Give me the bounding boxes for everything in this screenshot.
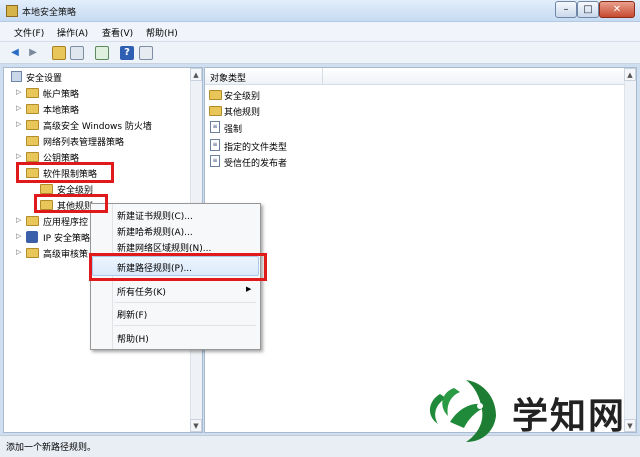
back-arrow-icon[interactable]: ◀ xyxy=(8,46,22,60)
menu-view[interactable]: 查看(V) xyxy=(102,26,133,39)
menu-action[interactable]: 操作(A) xyxy=(57,26,88,39)
column-divider[interactable] xyxy=(322,68,323,85)
list-item[interactable]: 强制 xyxy=(224,122,242,135)
tree-item-local-policy[interactable]: 本地策略 xyxy=(43,103,79,116)
list-item[interactable]: 受信任的发布者 xyxy=(224,156,287,169)
forward-arrow-icon[interactable]: ▶ xyxy=(26,46,40,60)
menu-item-help[interactable]: 帮助(H) xyxy=(117,332,149,345)
watermark-logo-icon xyxy=(429,380,496,442)
export-list-icon[interactable] xyxy=(95,46,109,60)
list-item[interactable]: 安全级别 xyxy=(224,89,260,102)
window-title: 本地安全策略 xyxy=(22,8,77,18)
menu-item-all-tasks[interactable]: 所有任务(K) xyxy=(117,285,166,298)
scroll-up-icon[interactable]: ▲ xyxy=(190,68,202,81)
folder-icon xyxy=(26,136,39,146)
title-bar xyxy=(0,0,640,22)
expand-icon[interactable]: ▷ xyxy=(16,216,21,224)
tree-item-advanced-audit[interactable]: 高级审核策 xyxy=(43,247,88,260)
menu-bar xyxy=(0,22,640,42)
expand-icon[interactable]: ▷ xyxy=(16,232,21,240)
highlight-box-new-path-rule xyxy=(89,253,267,281)
scroll-down-icon[interactable]: ▼ xyxy=(190,419,202,432)
app-icon xyxy=(6,5,18,17)
details-scrollbar[interactable] xyxy=(624,68,636,432)
tree-root[interactable]: 安全设置 xyxy=(26,71,62,84)
tree-item-ip-security[interactable]: IP 安全策略 xyxy=(43,231,90,244)
list-item[interactable]: 指定的文件类型 xyxy=(224,140,287,153)
minimize-button[interactable]: – xyxy=(555,1,577,18)
list-item[interactable]: 其他规则 xyxy=(224,105,260,118)
folder-icon xyxy=(26,104,39,114)
folder-icon xyxy=(209,106,222,116)
close-button[interactable]: ✕ xyxy=(599,1,635,18)
column-header[interactable] xyxy=(205,68,636,85)
folder-icon xyxy=(26,88,39,98)
menu-item-refresh[interactable]: 刷新(F) xyxy=(117,308,147,321)
tree-item-network-list[interactable]: 网络列表管理器策略 xyxy=(43,135,124,148)
tree-item-app-control[interactable]: 应用程序控 xyxy=(43,215,88,228)
menu-item-new-certificate-rule[interactable]: 新建证书规则(C)... xyxy=(117,209,193,222)
menu-separator xyxy=(114,302,256,303)
folder-icon xyxy=(26,248,39,258)
menu-help[interactable]: 帮助(H) xyxy=(146,26,178,39)
tree-item-firewall[interactable]: 高级安全 Windows 防火墙 xyxy=(43,119,152,132)
watermark-text: 学知网 xyxy=(512,396,627,437)
security-settings-icon xyxy=(11,71,22,82)
highlight-box-software-restriction xyxy=(16,162,114,183)
menu-separator xyxy=(114,325,256,326)
column-header-label[interactable]: 对象类型 xyxy=(210,71,246,84)
tree-item-account-policy[interactable]: 帐户策略 xyxy=(43,87,79,100)
show-tree-icon[interactable] xyxy=(70,46,84,60)
expand-icon[interactable]: ▷ xyxy=(16,120,21,128)
scroll-up-icon[interactable]: ▲ xyxy=(624,68,636,81)
folder-icon xyxy=(209,90,222,100)
ip-security-icon xyxy=(26,231,38,243)
expand-icon[interactable]: ▷ xyxy=(16,152,21,160)
folder-icon xyxy=(40,184,53,194)
folder-icon xyxy=(26,152,39,162)
highlight-box-additional-rules xyxy=(34,194,108,213)
policy-doc-icon: ≡ xyxy=(210,155,220,167)
properties-pane-icon[interactable] xyxy=(139,46,153,60)
up-folder-icon[interactable] xyxy=(52,46,66,60)
folder-icon xyxy=(26,216,39,226)
maximize-button[interactable]: □ xyxy=(577,1,599,18)
help-icon[interactable]: ? xyxy=(120,46,134,60)
menu-file[interactable]: 文件(F) xyxy=(14,26,44,39)
expand-icon[interactable]: ▷ xyxy=(16,88,21,96)
menu-item-new-hash-rule[interactable]: 新建哈希规则(A)... xyxy=(117,225,193,238)
folder-icon xyxy=(26,120,39,130)
submenu-arrow-icon: ▶ xyxy=(246,285,252,293)
policy-doc-icon: ≡ xyxy=(210,139,220,151)
status-text: 添加一个新路径规则。 xyxy=(6,443,97,453)
policy-doc-icon: ≡ xyxy=(210,121,220,133)
expand-icon[interactable]: ▷ xyxy=(16,248,21,256)
expand-icon[interactable]: ▷ xyxy=(16,104,21,112)
